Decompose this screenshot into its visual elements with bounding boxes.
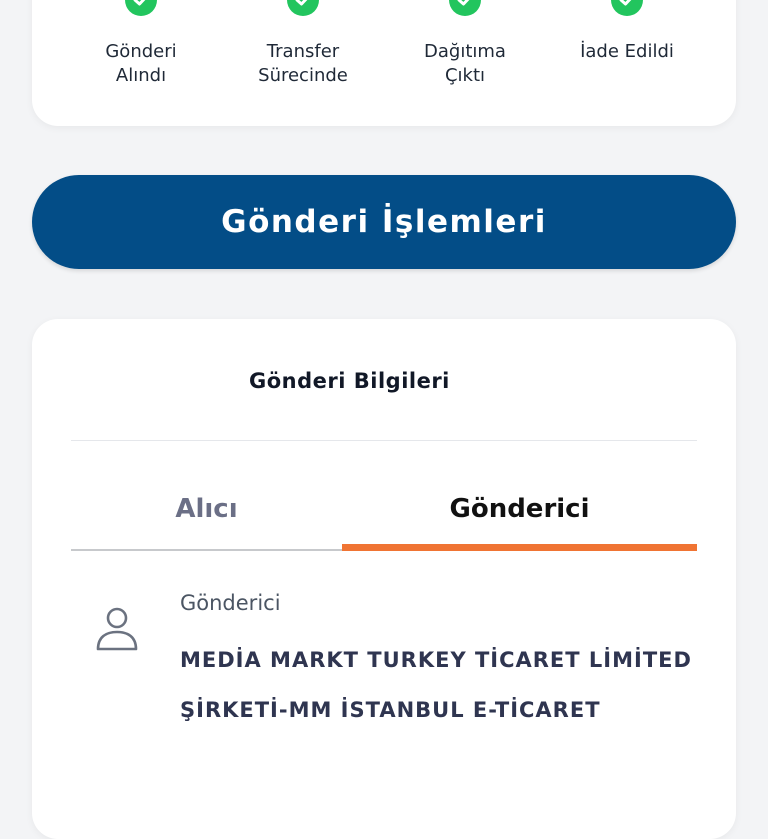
check-icon [449, 0, 481, 16]
step-label: Gönderi Alındı [105, 41, 177, 86]
section-title: Gönderi Bilgileri [249, 369, 450, 393]
check-icon [125, 0, 157, 16]
shipment-info-card: Gönderi Bilgileri Alıcı Gönderici Gönder… [32, 319, 736, 839]
person-icon [96, 607, 138, 651]
sender-value: MEDİA MARKT TURKEY TİCARET LİMİTED ŞİRKE… [180, 635, 720, 735]
sender-label: Gönderici [180, 591, 281, 615]
tracking-card: Gönderi Alındı Transfer Sürecinde Dağıtı… [32, 0, 736, 126]
check-icon [611, 0, 643, 16]
step-label: Dağıtıma Çıktı [424, 41, 506, 86]
shipment-actions-button[interactable]: Gönderi İşlemleri [32, 175, 736, 269]
divider [71, 440, 697, 441]
sender-value-line: MEDİA MARKT TURKEY TİCARET LİMİTED [180, 648, 692, 672]
tab-underline [71, 549, 342, 551]
step-label: Transfer Sürecinde [258, 41, 348, 86]
sender-value-line: ŞİRKETİ-MM İSTANBUL E-TİCARET [180, 698, 601, 722]
tab-sender[interactable]: Gönderici [342, 487, 697, 531]
tab-recipient[interactable]: Alıcı [71, 487, 342, 531]
step-label: İade Edildi [580, 41, 674, 62]
check-icon [287, 0, 319, 16]
active-tab-indicator [342, 544, 697, 551]
